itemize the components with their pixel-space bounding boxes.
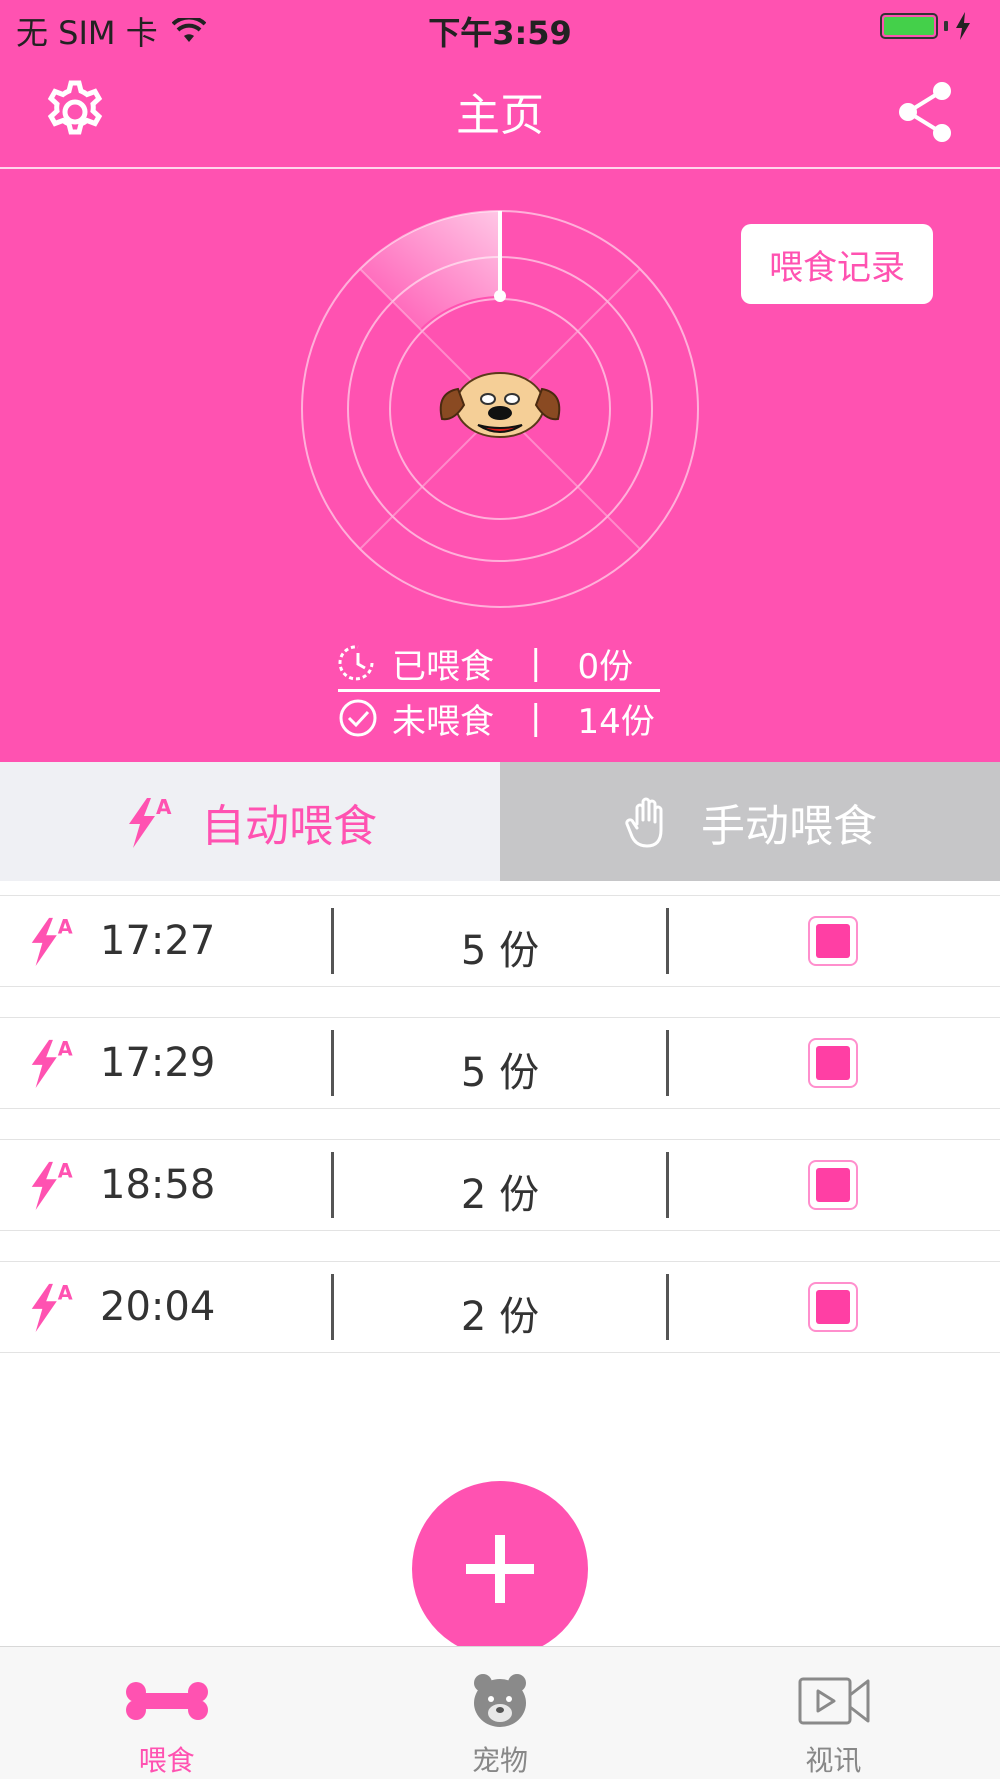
schedule-quantity: 5 份 [460, 928, 540, 974]
battery-indicator [880, 12, 972, 40]
schedule-enable-checkbox[interactable] [808, 1282, 858, 1332]
schedule-time: 18:58 [100, 1162, 216, 1208]
tab-auto-label: 自动喂食 [201, 800, 377, 852]
schedule-row[interactable]: A 20:04 2 份 [0, 1261, 1000, 1353]
charging-icon [956, 12, 970, 40]
schedule-quantity: 2 份 [460, 1294, 540, 1340]
auto-flash-icon: A [31, 1159, 73, 1210]
feeding-stats: 已喂食 | 0份 未喂食 | 14份 [338, 637, 660, 744]
feeding-mode-tabs: A 自动喂食 手动喂食 [0, 762, 1000, 881]
svg-text:A: A [58, 1281, 73, 1304]
schedule-enable-checkbox[interactable] [808, 1038, 858, 1088]
tabbar-item-feed[interactable]: 喂食 [0, 1647, 333, 1779]
hand-icon [625, 797, 663, 847]
tabbar-item-video[interactable]: 视讯 [667, 1647, 1000, 1779]
unfed-stat-row: 未喂食 | 14份 [338, 692, 660, 744]
auto-flash-icon: A [31, 915, 73, 966]
feeding-record-button[interactable]: 喂食记录 [741, 224, 933, 304]
schedule-quantity: 2 份 [460, 1172, 540, 1218]
schedule-enable-checkbox[interactable] [808, 1160, 858, 1210]
schedule-enable-checkbox[interactable] [808, 916, 858, 966]
dog-face-icon [439, 372, 561, 438]
battery-icon [880, 13, 938, 39]
tabbar-feed-label: 喂食 [138, 1744, 195, 1777]
fed-label: 已喂食 [392, 646, 494, 687]
svg-text:A: A [58, 915, 73, 938]
fed-value: 0份 [577, 646, 634, 687]
tab-manual-feeding[interactable]: 手动喂食 [500, 762, 1000, 881]
svg-text:A: A [58, 1037, 73, 1060]
schedule-row[interactable]: A 17:27 5 份 [0, 895, 1000, 987]
bottom-tab-bar: 喂食 宠物 视讯 [0, 1646, 1000, 1779]
clock-icon [338, 645, 374, 681]
tabbar-pet-label: 宠物 [471, 1744, 528, 1777]
schedule-quantity: 5 份 [460, 1050, 540, 1096]
feeding-status-panel: 喂食记录 已喂食 | 0份 未喂食 | 14份 [0, 169, 1000, 762]
radar-dial [301, 210, 699, 608]
video-camera-icon [798, 1677, 870, 1725]
unfed-value: 14份 [577, 701, 655, 742]
auto-flash-icon: A [31, 1281, 73, 1332]
svg-text:A: A [58, 1159, 73, 1182]
auto-flash-icon: A [31, 1037, 73, 1088]
page-title: 主页 [456, 90, 544, 141]
tabbar-item-pet[interactable]: 宠物 [333, 1647, 666, 1779]
schedule-row[interactable]: A 17:29 5 份 [0, 1017, 1000, 1109]
add-schedule-button[interactable] [412, 1481, 588, 1657]
status-time: 下午3:59 [428, 14, 572, 52]
schedule-time: 17:27 [100, 918, 216, 964]
fed-stat-row: 已喂食 | 0份 [338, 637, 660, 692]
check-circle-icon [339, 699, 377, 737]
bear-icon [473, 1674, 526, 1727]
schedule-time: 17:29 [100, 1040, 216, 1086]
tab-auto-feeding[interactable]: A 自动喂食 [0, 762, 500, 881]
status-bar: 无 SIM 卡 下午3:59 [0, 0, 1000, 55]
auto-flash-icon: A [129, 795, 172, 848]
schedule-row[interactable]: A 18:58 2 份 [0, 1139, 1000, 1231]
svg-text:A: A [156, 795, 172, 819]
schedule-time: 20:04 [100, 1284, 216, 1330]
share-icon[interactable] [890, 77, 960, 147]
unfed-label: 未喂食 [392, 701, 494, 742]
tab-manual-label: 手动喂食 [701, 800, 877, 852]
feeding-schedule-list: A 17:27 5 份 A 17:29 5 份 A 18:58 2 份 A 20… [0, 895, 1000, 1383]
bone-icon [125, 1682, 208, 1720]
plus-icon [466, 1535, 534, 1603]
tabbar-video-label: 视讯 [805, 1744, 862, 1777]
nav-bar: 主页 [0, 55, 1000, 169]
